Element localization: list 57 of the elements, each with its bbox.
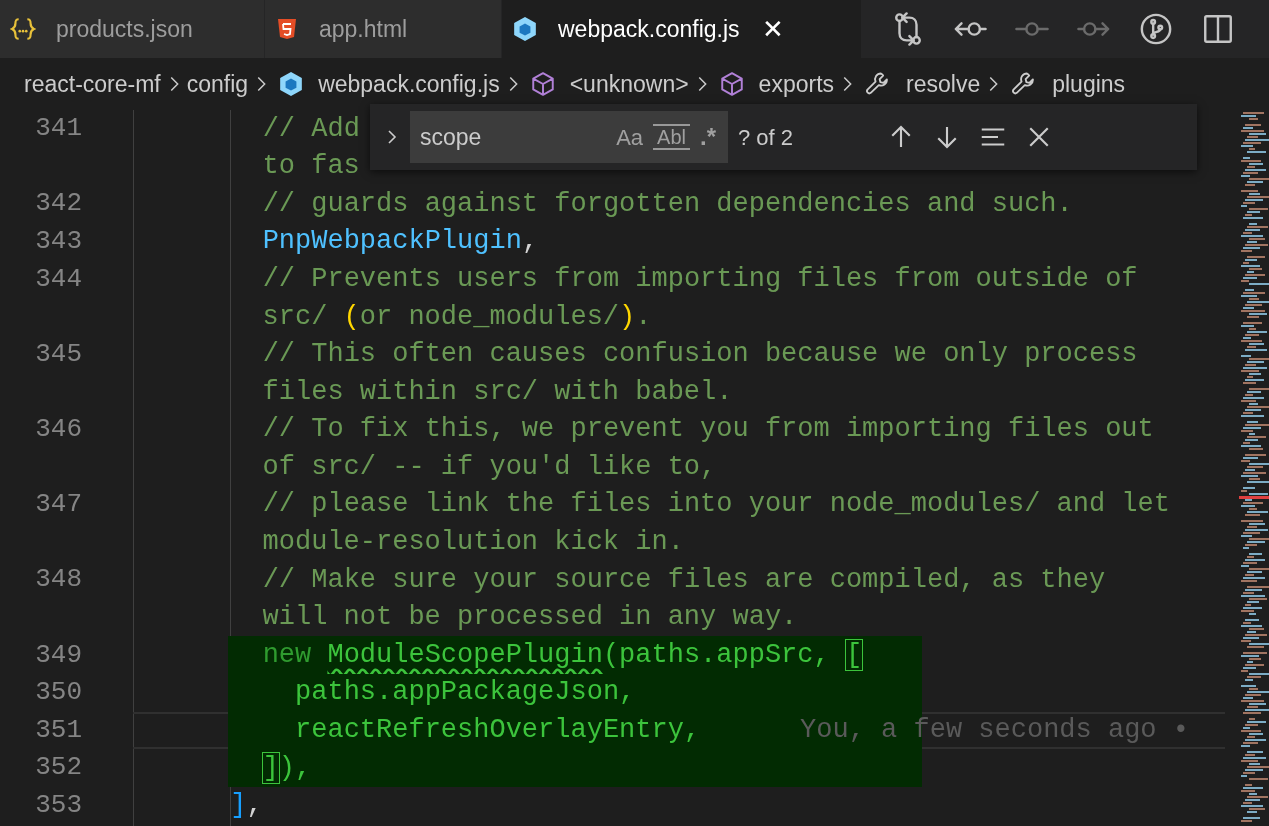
breadcrumb-item[interactable]: react-core-mf [24, 66, 161, 102]
find-input[interactable]: scope Aa Abl .* [410, 111, 728, 163]
cube-icon [512, 16, 538, 42]
cube-icon [529, 71, 556, 97]
code-line: // This often causes confusion because we only process [262, 338, 1138, 372]
line-number: 352 [35, 752, 82, 783]
code-line: new ModuleScopePlugin(paths.appSrc, [ [262, 638, 863, 672]
code-line: paths.appPackageJson, [295, 676, 636, 710]
code-line: // guards against forgotten dependencies and such. [262, 187, 1073, 221]
editor-tab[interactable]: webpack.config.js ✕ [502, 0, 862, 58]
code-line: will not be processed in any way. [262, 601, 798, 635]
cube-icon [278, 71, 305, 97]
code-line: // To fix this, we prevent you from importing files out [262, 413, 1154, 447]
code-line: // Make sure your source files are compiled, as they [262, 563, 1106, 597]
line-number: 348 [35, 564, 82, 595]
breadcrumb-item[interactable]: <unknown> [569, 66, 689, 102]
line-number: 350 [35, 677, 82, 708]
code-line: of src/ -- if you'd like to, [262, 450, 717, 484]
code-line: src/ (or node_modules/). [262, 300, 652, 334]
code-line: ]), [262, 751, 312, 785]
line-number: 344 [35, 263, 82, 294]
cube-icon [718, 71, 745, 97]
code-line: // please link the files into your node_modules/ and let [262, 488, 1170, 522]
code-line: reactRefreshOverlayEntry, [295, 714, 701, 748]
editor-tab[interactable]: app.html [265, 0, 502, 58]
breadcrumb-item[interactable]: config [186, 66, 249, 102]
close-button[interactable]: ✕ [761, 9, 784, 49]
breadcrumb-item[interactable]: exports [758, 66, 835, 102]
git-blame-annotation: You, a few seconds ago • [800, 714, 1189, 748]
code-line: // Add [262, 112, 360, 146]
line-number: 349 [35, 639, 82, 670]
line-number: 341 [35, 113, 82, 144]
line-number: 343 [35, 226, 82, 257]
split-editor-icon[interactable] [1201, 12, 1235, 46]
breadcrumb-item[interactable]: plugins [1052, 66, 1126, 102]
editor-tab[interactable]: products.json [0, 0, 265, 58]
git-branch-icon[interactable] [1139, 12, 1173, 46]
code-line: module-resolution kick in. [262, 526, 684, 560]
line-number: 353 [35, 790, 82, 820]
toggle-button[interactable]: .* [696, 119, 720, 155]
code-line: files within src/ with babel. [262, 375, 733, 409]
toggle-button[interactable]: Abl [653, 124, 690, 150]
braces-icon [10, 16, 36, 42]
html5-icon [275, 17, 299, 41]
toggle-button[interactable]: Aa [612, 120, 648, 154]
line-number: 351 [35, 714, 82, 745]
line-number: 342 [35, 188, 82, 219]
line-number: 345 [35, 338, 82, 369]
code-line: to fas [262, 150, 360, 184]
line-number: 347 [35, 489, 82, 520]
breadcrumb-item[interactable]: webpack.config.js [318, 66, 500, 102]
match-count: ? of 2 [738, 123, 795, 152]
breadcrumb-item[interactable]: resolve [906, 66, 981, 102]
code-line: PnpWebpackPlugin, [262, 225, 539, 259]
code-line: ], [230, 789, 263, 823]
line-number: 346 [35, 414, 82, 445]
code-line: // Prevents users from importing files from outside of [262, 262, 1138, 296]
